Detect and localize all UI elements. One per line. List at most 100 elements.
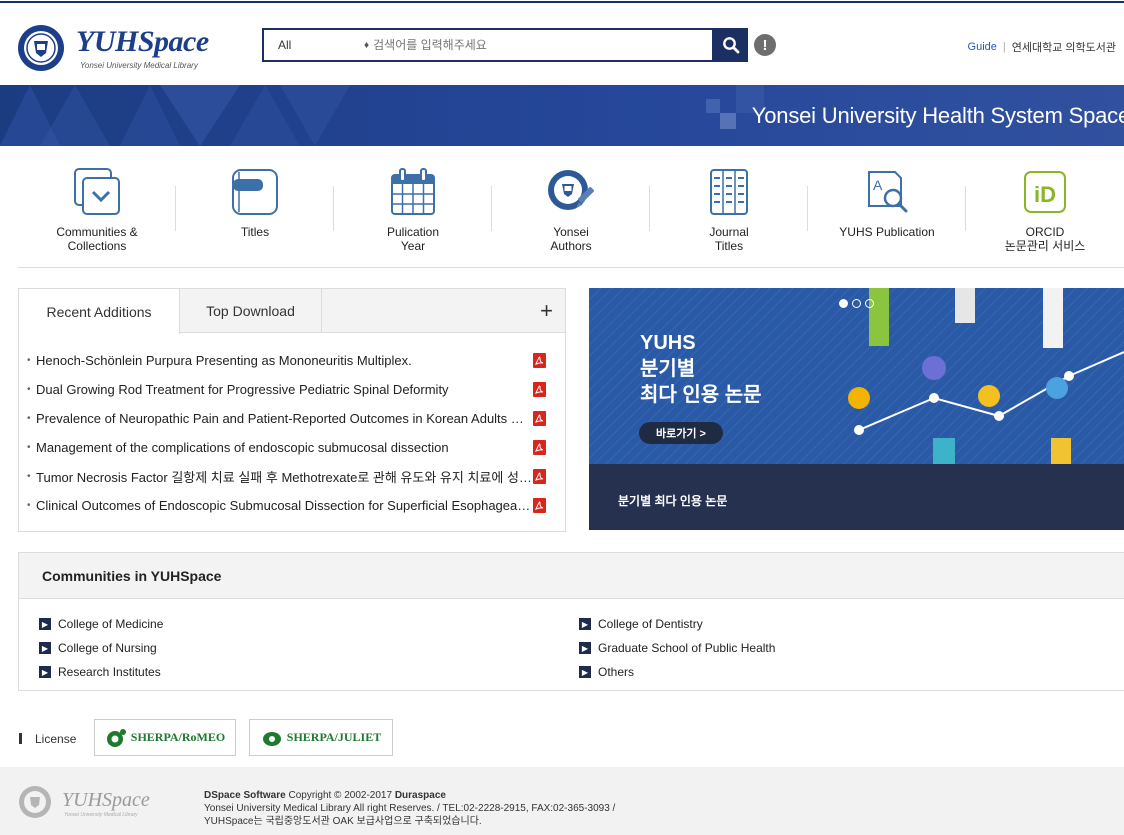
quick-link-yonsei-authors[interactable]: Yonsei Authors [492, 150, 650, 267]
community-link[interactable]: ▶ Graduate School of Public Health [579, 641, 775, 655]
site-logo-subtitle: Yonsei University Medical Library [80, 61, 198, 70]
list-item[interactable]: • Dual Growing Rod Treatment for Progres… [19, 375, 565, 404]
more-plus-icon[interactable]: + [540, 298, 553, 324]
pdf-icon[interactable] [533, 411, 546, 426]
guide-link[interactable]: Guide [968, 41, 997, 53]
svg-text:iD: iD [1034, 182, 1056, 207]
promo-slider[interactable]: YUHS 분기별 최다 인용 논문 바로가기 > 분기별 최다 인용 논문 [589, 288, 1124, 530]
community-link[interactable]: ▶ College of Nursing [39, 641, 157, 655]
item-title-link[interactable]: Clinical Outcomes of Endoscopic Submucos… [36, 498, 532, 513]
search-icon [723, 37, 740, 54]
sherpa-juliet-button[interactable]: SHERPA/JULIET [249, 719, 393, 756]
search-scope-value: All [278, 38, 292, 52]
promo-caption: 분기별 최다 인용 논문 [618, 494, 728, 508]
item-title-link[interactable]: Prevalence of Neuropathic Pain and Patie… [36, 411, 532, 426]
quick-links: Communities & Collections Titles Pulicat… [18, 150, 1124, 268]
communities-panel: Communities in YUHSpace ▶ College of Med… [18, 552, 1124, 691]
tab-recent-additions[interactable]: Recent Additions [19, 289, 180, 334]
search-bar: All ♦ [262, 28, 714, 62]
search-scope-select[interactable]: All [264, 38, 364, 52]
quick-link-label: Journal Titles [709, 225, 749, 253]
svg-text:A: A [873, 177, 883, 193]
slider-dots [839, 299, 874, 308]
titles-icon [232, 169, 278, 215]
arrow-right-icon: ▶ [579, 642, 591, 654]
pdf-icon[interactable] [533, 382, 546, 397]
hero-banner: Yonsei University Health System Space [0, 85, 1124, 146]
calendar-icon [391, 168, 435, 215]
footer-logo: YUHSpace [62, 789, 150, 811]
sherpa-romeo-label: SHERPA/RoMEO [130, 730, 226, 744]
journal-grid-icon [710, 169, 748, 215]
pdf-icon[interactable] [533, 353, 546, 368]
item-title-link[interactable]: Management of the complications of endos… [36, 440, 532, 455]
community-label: College of Medicine [58, 617, 164, 631]
quick-link-label: YUHS Publication [839, 225, 935, 239]
promo-heading: YUHS 분기별 최다 인용 논문 [640, 330, 762, 408]
arrow-right-icon: ▶ [579, 666, 591, 678]
promo-go-button[interactable]: 바로가기 > [639, 422, 723, 444]
orcid-icon: iD [1024, 171, 1066, 213]
quick-link-yuhs-publication[interactable]: A YUHS Publication [808, 150, 966, 267]
license-label: License [35, 732, 77, 746]
item-title-link[interactable]: Dual Growing Rod Treatment for Progressi… [36, 382, 532, 397]
slider-dot[interactable] [865, 299, 874, 308]
footer-copyright-mid: Copyright © 2002-2017 [285, 790, 395, 801]
select-caret-icon: ♦ [364, 39, 370, 51]
list-item[interactable]: • Prevalence of Neuropathic Pain and Pat… [19, 404, 565, 433]
list-item[interactable]: • Clinical Outcomes of Endoscopic Submuc… [19, 491, 565, 520]
top-links: Guide | 연세대학교 의학도서관 [968, 39, 1116, 55]
pdf-icon[interactable] [533, 469, 546, 484]
quick-link-titles[interactable]: Titles [176, 150, 334, 267]
slider-dot[interactable] [852, 299, 861, 308]
list-item[interactable]: • Henoch-Schönlein Purpura Presenting as… [19, 346, 565, 375]
community-link[interactable]: ▶ College of Dentistry [579, 617, 703, 631]
sherpa-romeo-button[interactable]: SHERPA/RoMEO [94, 719, 236, 756]
item-title-link[interactable]: Tumor Necrosis Factor 길항제 치료 실패 후 Methot… [36, 467, 532, 486]
list-item[interactable]: • Tumor Necrosis Factor 길항제 치료 실패 후 Meth… [19, 462, 565, 491]
pdf-icon[interactable] [533, 440, 546, 455]
promo-heading-line: 분기별 [640, 358, 696, 380]
search-help-icon[interactable]: ! [754, 34, 776, 56]
sherpa-juliet-logo-icon [262, 731, 281, 746]
community-link[interactable]: ▶ College of Medicine [39, 617, 163, 631]
community-label: Research Institutes [58, 665, 161, 679]
yonsei-seal-icon[interactable] [16, 23, 66, 73]
community-link[interactable]: ▶ Research Institutes [39, 665, 161, 679]
site-logo[interactable]: YUHSpace [76, 25, 209, 59]
quick-link-journal-titles[interactable]: Journal Titles [650, 150, 808, 267]
site-footer: YUHSpace Yonsei University Medical Libra… [0, 767, 1124, 835]
dspace-link[interactable]: DSpace Software [204, 790, 286, 801]
top-links-separator: | [1002, 41, 1006, 53]
recent-additions-panel: Recent Additions Top Download + • Henoch… [18, 288, 566, 532]
slider-dot-active[interactable] [839, 299, 848, 308]
quick-link-orcid[interactable]: iD ORCID 논문관리 서비스 [966, 150, 1124, 267]
library-link[interactable]: 연세대학교 의학도서관 [1012, 39, 1116, 55]
list-item[interactable]: • Management of the complications of end… [19, 433, 565, 462]
item-title-link[interactable]: Henoch-Schönlein Purpura Presenting as M… [36, 353, 532, 368]
footer-note: YUHSpace는 국립중앙도서관 OAK 보급사업으로 구축되었습니다. [204, 816, 482, 827]
recent-tabs: Recent Additions Top Download + [19, 289, 565, 334]
footer-copyright: DSpace Software Copyright © 2002-2017 Du… [204, 789, 615, 802]
arrow-right-icon: ▶ [39, 618, 51, 630]
bullet-icon: • [27, 442, 31, 453]
community-link[interactable]: ▶ Others [579, 665, 634, 679]
recent-items-list: • Henoch-Schönlein Purpura Presenting as… [19, 333, 565, 520]
search-input[interactable] [373, 38, 712, 52]
search-button[interactable] [714, 28, 748, 62]
site-header: YUHSpace Yonsei University Medical Libra… [0, 5, 1124, 85]
quick-link-publication-year[interactable]: Pulication Year [334, 150, 492, 267]
sherpa-juliet-label: SHERPA/JULIET [286, 730, 382, 744]
quick-link-communities[interactable]: Communities & Collections [18, 150, 176, 267]
license-marker [19, 733, 22, 744]
bullet-icon: • [27, 355, 31, 366]
tab-top-download[interactable]: Top Download [180, 289, 322, 333]
pdf-icon[interactable] [533, 498, 546, 513]
communities-heading: Communities in YUHSpace [19, 553, 1124, 599]
promo-heading-line: 최다 인용 논문 [640, 384, 762, 406]
duraspace-link[interactable]: Duraspace [395, 790, 446, 801]
community-label: College of Nursing [58, 641, 157, 655]
publication-search-icon: A [868, 171, 908, 213]
arrow-right-icon: ▶ [39, 666, 51, 678]
quick-link-label: Titles [240, 225, 270, 239]
